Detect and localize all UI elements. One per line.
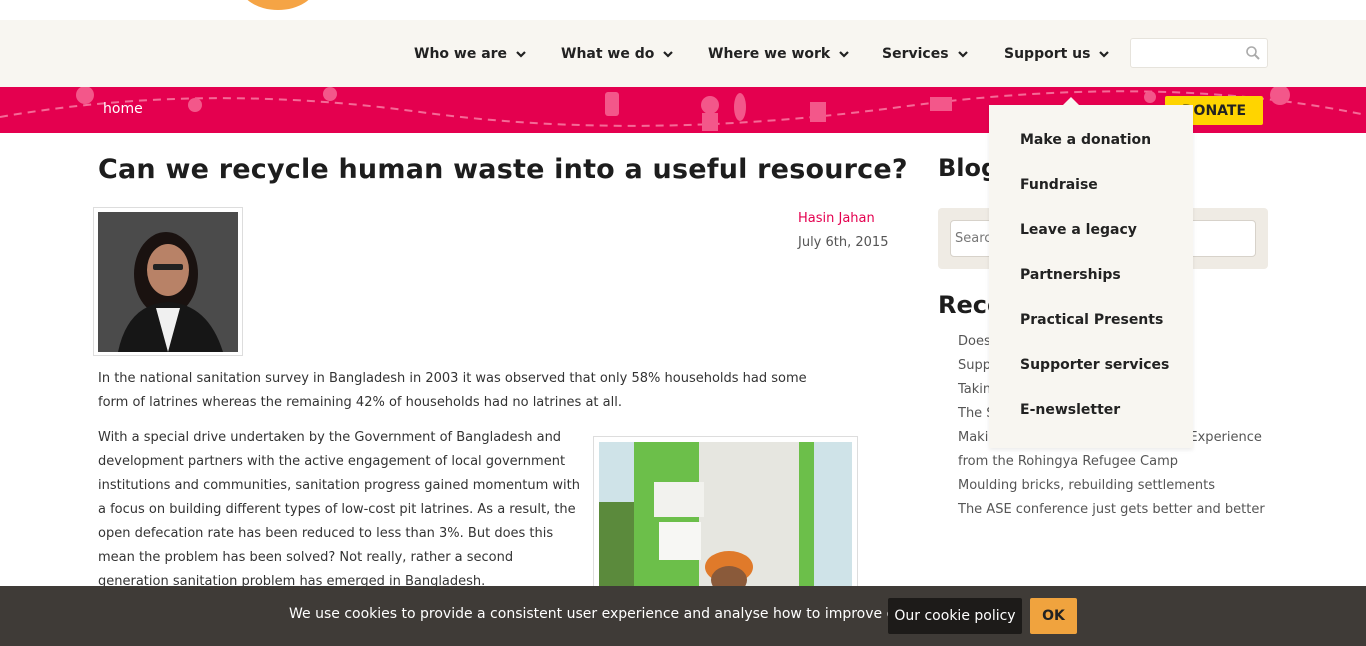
recent-post-link[interactable]: The ASE conference just gets better and … [958, 498, 1268, 522]
dropdown-item-practical-presents[interactable]: Practical Presents [1020, 312, 1163, 328]
post-date: July 6th, 2015 [798, 235, 889, 250]
nav-label: What we do [561, 45, 655, 62]
support-us-dropdown: Make a donation Fundraise Leave a legacy… [989, 97, 1193, 448]
cookie-banner: We use cookies to provide a consistent u… [0, 586, 1366, 646]
nav-what-we-do[interactable]: What we do [561, 20, 674, 87]
dropdown-item-e-newsletter[interactable]: E-newsletter [1020, 402, 1120, 418]
cookie-ok-button[interactable]: OK [1030, 598, 1077, 634]
dropdown-item-leave-a-legacy[interactable]: Leave a legacy [1020, 222, 1137, 238]
cookie-message: We use cookies to provide a consistent u… [289, 606, 947, 622]
article-image [593, 436, 858, 596]
search-icon[interactable] [1245, 45, 1261, 61]
breadcrumb-home[interactable]: home [103, 101, 143, 117]
dropdown-item-make-a-donation[interactable]: Make a donation [1020, 132, 1151, 148]
nav-label: Who we are [414, 45, 508, 62]
author-name[interactable]: Hasin Jahan [798, 211, 875, 226]
cookie-policy-button[interactable]: Our cookie policy [888, 598, 1022, 634]
chevron-down-icon [1099, 50, 1110, 58]
latrine-picture [599, 442, 852, 590]
nav-label: Support us [1004, 45, 1091, 62]
main-nav: Who we are What we do Where we work Serv… [0, 20, 1366, 87]
chevron-down-icon [957, 50, 968, 58]
nav-services[interactable]: Services [882, 20, 969, 87]
logo[interactable] [240, 0, 316, 10]
author-photo [93, 207, 243, 356]
top-strip [0, 0, 1366, 20]
dropdown-item-fundraise[interactable]: Fundraise [1020, 177, 1098, 193]
chevron-down-icon [516, 50, 526, 58]
nav-who-we-are[interactable]: Who we are [414, 20, 527, 87]
page-title: Can we recycle human waste into a useful… [98, 154, 908, 185]
article-paragraph: In the national sanitation survey in Ban… [98, 371, 807, 410]
nav-support-us[interactable]: Support us [1004, 20, 1110, 87]
nav-label: Where we work [708, 45, 831, 62]
nav-label: Services [882, 45, 949, 62]
dropdown-caret [1063, 97, 1079, 105]
article-paragraph: With a special drive undertaken by the G… [98, 430, 580, 589]
recent-post-link[interactable]: Moulding bricks, rebuilding settlements [958, 474, 1268, 498]
author-portrait [98, 212, 238, 352]
dropdown-item-supporter-services[interactable]: Supporter services [1020, 357, 1169, 373]
chevron-down-icon [663, 50, 674, 58]
nav-search-input[interactable] [1130, 38, 1268, 68]
dropdown-item-partnerships[interactable]: Partnerships [1020, 267, 1121, 283]
nav-where-we-work[interactable]: Where we work [708, 20, 850, 87]
chevron-down-icon [839, 50, 850, 58]
